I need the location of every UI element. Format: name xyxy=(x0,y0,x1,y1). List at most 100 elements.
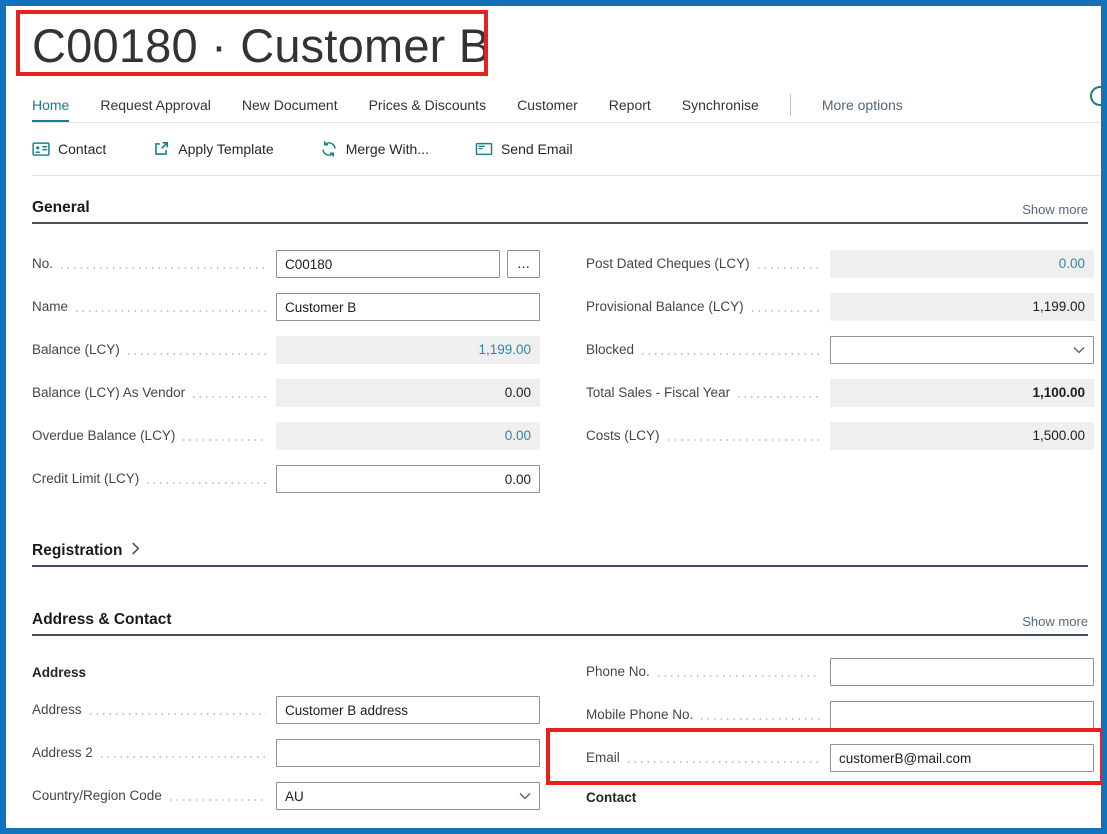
merge-icon xyxy=(320,140,338,158)
contact-button[interactable]: Contact xyxy=(32,140,106,158)
dotted-leader xyxy=(668,439,820,441)
dotted-leader xyxy=(738,396,820,398)
section-registration: Registration xyxy=(32,541,1088,567)
field-row-provisional-balance-lcy: Provisional Balance (LCY)1,199.00 xyxy=(586,293,1094,321)
field-control-balance-lcy-as-vendor: 0.00 xyxy=(276,379,540,407)
field-label-costs-lcy: Costs (LCY) xyxy=(586,422,660,450)
tab-report[interactable]: Report xyxy=(609,92,651,122)
tab-synchronise[interactable]: Synchronise xyxy=(682,92,759,122)
apply-template-icon xyxy=(152,140,170,158)
dotted-leader xyxy=(701,718,820,720)
dotted-leader xyxy=(752,310,820,312)
field-label-overdue-balance-lcy: Overdue Balance (LCY) xyxy=(32,422,175,450)
field-row-address: Address xyxy=(32,696,540,724)
section-address-contact: Address & Contact Show more Address Addr… xyxy=(32,611,1088,825)
section-general: General Show more No.... Name Balance (LCY… xyxy=(32,199,1088,508)
address-group-label: Address xyxy=(32,662,540,684)
registration-section-header[interactable]: Registration xyxy=(32,541,1088,567)
field-value-overdue-balance-lcy[interactable]: 0.00 xyxy=(276,422,540,450)
field-label-no: No. xyxy=(32,250,53,278)
registration-section-title: Registration xyxy=(32,542,122,560)
field-row-overdue-balance-lcy: Overdue Balance (LCY) 0.00 xyxy=(32,422,540,450)
action-bar: Contact Apply Template Merge With... xyxy=(32,123,1101,176)
assist-edit-button[interactable]: ... xyxy=(507,250,540,278)
field-label-name: Name xyxy=(32,293,68,321)
field-row-name: Name xyxy=(32,293,540,321)
dotted-leader xyxy=(183,439,266,441)
chevron-down-icon xyxy=(519,792,531,800)
dropdown-blocked[interactable] xyxy=(830,336,1094,364)
field-row-total-sales-fiscal-year: Total Sales - Fiscal Year 1,100.00 xyxy=(586,379,1094,407)
field-label-post-dated-cheques-lcy: Post Dated Cheques (LCY) xyxy=(586,250,750,278)
field-label-blocked: Blocked xyxy=(586,336,634,364)
address-contact-section-title: Address & Contact xyxy=(32,611,172,629)
field-control-blocked xyxy=(830,336,1094,364)
dotted-leader xyxy=(147,482,266,484)
field-input-email[interactable] xyxy=(830,744,1094,772)
general-left-column: No.... Name Balance (LCY) 1,199.00 Balance (… xyxy=(32,250,540,508)
field-row-post-dated-cheques-lcy: Post Dated Cheques (LCY) 0.00 xyxy=(586,250,1094,278)
field-value-balance-lcy[interactable]: 1,199.00 xyxy=(276,336,540,364)
action-label: Contact xyxy=(58,141,106,157)
apply-template-button[interactable]: Apply Template xyxy=(152,140,273,158)
field-control-phone-no xyxy=(830,658,1094,686)
field-control-total-sales-fiscal-year: 1,100.00 xyxy=(830,379,1094,407)
field-control-post-dated-cheques-lcy: 0.00 xyxy=(830,250,1094,278)
dotted-leader xyxy=(170,799,266,801)
tab-customer[interactable]: Customer xyxy=(517,92,578,122)
tab-new-document[interactable]: New Document xyxy=(242,92,338,122)
action-label: Merge With... xyxy=(346,141,429,157)
general-show-more-link[interactable]: Show more xyxy=(1022,202,1088,217)
address-left-column: Address Address Address 2 Country/Region C… xyxy=(32,656,540,825)
dotted-leader xyxy=(76,310,266,312)
contact-group-label: Contact xyxy=(586,787,1094,809)
field-row-credit-limit-lcy: Credit Limit (LCY) xyxy=(32,465,540,493)
field-row-country-region-code: Country/Region Code AU xyxy=(32,782,540,810)
field-input-mobile-phone-no[interactable] xyxy=(830,701,1094,729)
tab-request-approval[interactable]: Request Approval xyxy=(100,92,211,122)
general-right-column: Post Dated Cheques (LCY) 0.00 Provisional … xyxy=(586,250,1094,508)
field-label-country-region-code: Country/Region Code xyxy=(32,782,162,810)
more-options-button[interactable]: More options xyxy=(822,92,903,122)
field-input-address-2[interactable] xyxy=(276,739,540,767)
field-label-mobile-phone-no: Mobile Phone No. xyxy=(586,701,693,729)
field-control-costs-lcy: 1,500.00 xyxy=(830,422,1094,450)
general-fields-grid: No.... Name Balance (LCY) 1,199.00 Balance (… xyxy=(32,250,1088,508)
field-input-name[interactable] xyxy=(276,293,540,321)
field-label-balance-lcy: Balance (LCY) xyxy=(32,336,120,364)
field-row-phone-no: Phone No. xyxy=(586,658,1094,686)
field-label-credit-limit-lcy: Credit Limit (LCY) xyxy=(32,465,139,493)
send-email-button[interactable]: Send Email xyxy=(475,140,573,158)
field-control-mobile-phone-no xyxy=(830,701,1094,729)
dotted-leader xyxy=(193,396,266,398)
address-right-column: Phone No. Mobile Phone No. Email Contact xyxy=(586,658,1094,825)
field-value-total-sales-fiscal-year: 1,100.00 xyxy=(830,379,1094,407)
field-row-balance-lcy-as-vendor: Balance (LCY) As Vendor0.00 xyxy=(32,379,540,407)
address-left-rows: Address Address 2 Country/Region Code AU xyxy=(32,696,540,810)
dotted-leader xyxy=(90,713,266,715)
field-label-phone-no: Phone No. xyxy=(586,658,650,686)
field-input-credit-limit-lcy[interactable] xyxy=(276,465,540,493)
field-row-email: Email xyxy=(586,744,1094,772)
field-input-address[interactable] xyxy=(276,696,540,724)
field-row-address-2: Address 2 xyxy=(32,739,540,767)
tab-prices-discounts[interactable]: Prices & Discounts xyxy=(369,92,486,122)
merge-with-button[interactable]: Merge With... xyxy=(320,140,429,158)
field-value-balance-lcy-as-vendor: 0.00 xyxy=(276,379,540,407)
field-control-balance-lcy: 1,199.00 xyxy=(276,336,540,364)
tab-home[interactable]: Home xyxy=(32,92,69,122)
dropdown-country-region-code[interactable]: AU xyxy=(276,782,540,810)
field-row-no: No.... xyxy=(32,250,540,278)
field-input-phone-no[interactable] xyxy=(830,658,1094,686)
chevron-down-icon xyxy=(1073,346,1085,354)
address-contact-section-header: Address & Contact Show more xyxy=(32,611,1088,636)
dotted-leader xyxy=(628,761,820,763)
address-show-more-link[interactable]: Show more xyxy=(1022,614,1088,629)
field-label-total-sales-fiscal-year: Total Sales - Fiscal Year xyxy=(586,379,730,407)
field-input-no[interactable] xyxy=(276,250,500,278)
field-value-post-dated-cheques-lcy[interactable]: 0.00 xyxy=(830,250,1094,278)
ribbon-tabs: Home Request Approval New Document Price… xyxy=(32,92,1101,123)
dotted-leader xyxy=(101,756,266,758)
field-control-no: ... xyxy=(276,250,540,278)
general-section-title: General xyxy=(32,199,90,217)
